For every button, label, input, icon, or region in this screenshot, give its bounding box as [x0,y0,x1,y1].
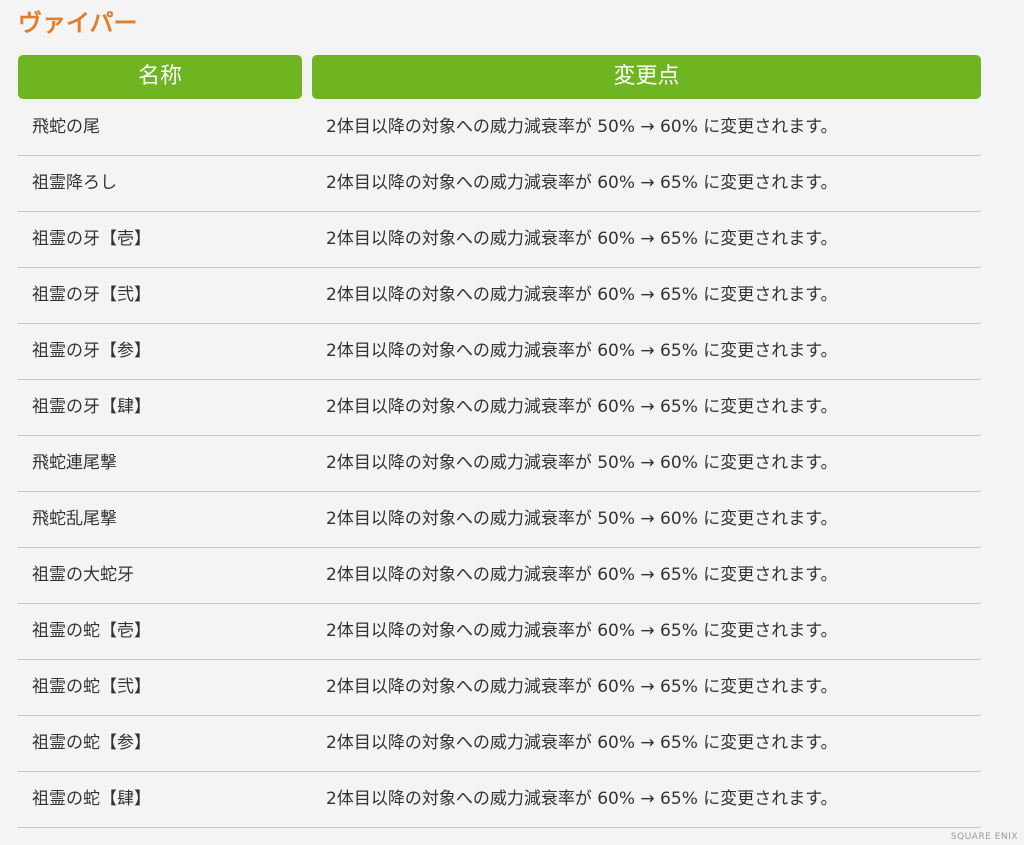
table-row: 祖霊の牙【肆】 2体目以降の対象への威力減衰率が 60% → 65% に変更され… [18,380,981,436]
row-name: 祖霊降ろし [32,173,117,193]
table-row: 飛蛇の尾 2体目以降の対象への威力減衰率が 50% → 60% に変更されます。 [18,100,981,156]
row-name: 祖霊の牙【肆】 [32,397,151,417]
column-header-name: 名称 [18,55,302,99]
row-name: 祖霊の蛇【参】 [32,733,151,753]
row-name: 祖霊の蛇【弐】 [32,677,151,697]
copyright-watermark: SQUARE ENIX [950,832,1018,842]
row-name: 飛蛇連尾撃 [32,453,117,473]
row-change: 2体目以降の対象への威力減衰率が 60% → 65% に変更されます。 [326,677,838,697]
row-change: 2体目以降の対象への威力減衰率が 60% → 65% に変更されます。 [326,173,838,193]
table-row: 飛蛇乱尾撃 2体目以降の対象への威力減衰率が 50% → 60% に変更されます… [18,492,981,548]
table-row: 飛蛇連尾撃 2体目以降の対象への威力減衰率が 50% → 60% に変更されます… [18,436,981,492]
row-name: 飛蛇の尾 [32,117,100,137]
table-row: 祖霊の大蛇牙 2体目以降の対象への威力減衰率が 60% → 65% に変更されま… [18,548,981,604]
column-header-change: 変更点 [312,55,981,99]
row-name: 祖霊の牙【弐】 [32,285,151,305]
table-row: 祖霊の牙【参】 2体目以降の対象への威力減衰率が 60% → 65% に変更され… [18,324,981,380]
row-change: 2体目以降の対象への威力減衰率が 60% → 65% に変更されます。 [326,733,838,753]
row-name: 祖霊の蛇【壱】 [32,621,151,641]
row-name: 飛蛇乱尾撃 [32,509,117,529]
table-body: 飛蛇の尾 2体目以降の対象への威力減衰率が 50% → 60% に変更されます。… [18,100,981,828]
table-row: 祖霊の牙【壱】 2体目以降の対象への威力減衰率が 60% → 65% に変更され… [18,212,981,268]
row-change: 2体目以降の対象への威力減衰率が 50% → 60% に変更されます。 [326,453,838,473]
row-change: 2体目以降の対象への威力減衰率が 60% → 65% に変更されます。 [326,341,838,361]
row-change: 2体目以降の対象への威力減衰率が 60% → 65% に変更されます。 [326,565,838,585]
table-row: 祖霊の蛇【参】 2体目以降の対象への威力減衰率が 60% → 65% に変更され… [18,716,981,772]
row-change: 2体目以降の対象への威力減衰率が 50% → 60% に変更されます。 [326,117,838,137]
row-change: 2体目以降の対象への威力減衰率が 60% → 65% に変更されます。 [326,397,838,417]
row-change: 2体目以降の対象への威力減衰率が 60% → 65% に変更されます。 [326,621,838,641]
table-row: 祖霊の蛇【肆】 2体目以降の対象への威力減衰率が 60% → 65% に変更され… [18,772,981,828]
row-change: 2体目以降の対象への威力減衰率が 50% → 60% に変更されます。 [326,509,838,529]
row-name: 祖霊の牙【壱】 [32,229,151,249]
table-row: 祖霊の蛇【弐】 2体目以降の対象への威力減衰率が 60% → 65% に変更され… [18,660,981,716]
row-change: 2体目以降の対象への威力減衰率が 60% → 65% に変更されます。 [326,229,838,249]
table-row: 祖霊の牙【弐】 2体目以降の対象への威力減衰率が 60% → 65% に変更され… [18,268,981,324]
table-row: 祖霊の蛇【壱】 2体目以降の対象への威力減衰率が 60% → 65% に変更され… [18,604,981,660]
row-change: 2体目以降の対象への威力減衰率が 60% → 65% に変更されます。 [326,285,838,305]
row-change: 2体目以降の対象への威力減衰率が 60% → 65% に変更されます。 [326,789,838,809]
table-header: 名称 変更点 [18,55,981,99]
table-row: 祖霊降ろし 2体目以降の対象への威力減衰率が 60% → 65% に変更されます… [18,156,981,212]
row-name: 祖霊の牙【参】 [32,341,151,361]
row-name: 祖霊の大蛇牙 [32,565,134,585]
row-name: 祖霊の蛇【肆】 [32,789,151,809]
page-title: ヴァイパー [18,9,138,37]
